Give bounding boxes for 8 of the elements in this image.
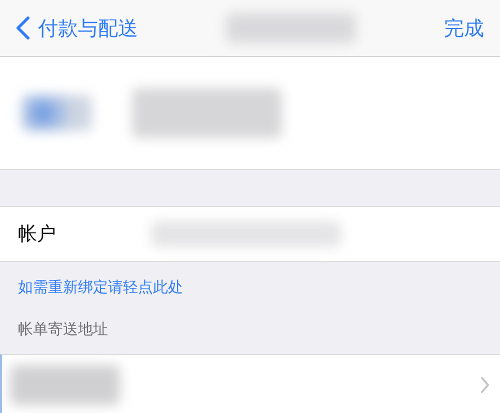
account-label: 帐户 — [18, 222, 56, 247]
redacted-area — [22, 95, 92, 131]
chevron-right-icon — [480, 376, 490, 394]
back-button[interactable]: 付款与配送 — [16, 14, 138, 42]
rebind-link[interactable]: 如需重新绑定请轻点此处 — [18, 278, 482, 296]
done-button[interactable]: 完成 — [444, 14, 484, 42]
back-chevron-icon — [16, 16, 30, 40]
section-header: 帐单寄送地址 — [18, 320, 109, 338]
